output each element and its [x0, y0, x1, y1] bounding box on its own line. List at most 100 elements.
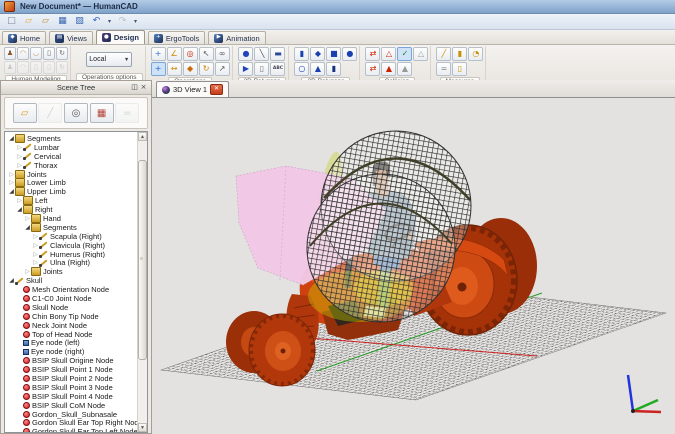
expand-icon[interactable]: ▷ [32, 259, 39, 266]
collision-check-icon[interactable]: ⇄ [365, 47, 380, 61]
expand-icon[interactable]: ▷ [8, 171, 15, 178]
polyhedron-tool-icon[interactable]: ◆ [310, 47, 325, 61]
tab-home[interactable]: ◆Home [2, 31, 46, 44]
expand-icon[interactable]: ▷ [24, 268, 31, 275]
undo-icon[interactable]: ↶ [89, 15, 104, 29]
redo-dropdown-icon[interactable]: ▾ [132, 18, 139, 25]
tree-item[interactable]: BSIP Skull Point 2 Node [5, 374, 138, 383]
dimension-tool-icon[interactable]: ▯ [254, 62, 269, 76]
mannequin-icon[interactable]: ♟ [4, 47, 16, 60]
collision-off-icon[interactable]: ▲ [397, 62, 412, 76]
translate-free-icon[interactable]: ↔ [167, 62, 182, 76]
collapse-icon[interactable]: ◢ [8, 277, 15, 284]
tree-item[interactable]: BSIP Skull CoM Node [5, 401, 138, 410]
tree-item[interactable]: C1-C0 Joint Node [5, 294, 138, 303]
measure-ruler-icon[interactable]: ▮ [452, 47, 467, 61]
save-as-icon[interactable]: ▨ [72, 15, 87, 29]
tree-item[interactable]: ▷Humerus (Right) [5, 250, 138, 259]
collapse-icon[interactable]: ◢ [24, 224, 31, 231]
tree-item[interactable]: BSIP Skull Point 3 Node [5, 383, 138, 392]
tree-item[interactable]: BSIP Skull Point 1 Node [5, 365, 138, 374]
record-icon[interactable]: ◎ [64, 103, 88, 123]
tree-item[interactable]: ▷Clavicula (Right) [5, 241, 138, 250]
close-panel-icon[interactable]: × [139, 83, 148, 92]
tree-item[interactable]: Gordon Skull Ear Top Right Node [5, 419, 138, 428]
rectangle-tool-icon[interactable]: ▬ [270, 47, 285, 61]
collision-pair-icon[interactable]: ⇄ [365, 62, 380, 76]
tree-item[interactable]: ▷Joints [5, 170, 138, 179]
save-icon[interactable]: ▦ [55, 15, 70, 29]
expand-icon[interactable]: ▷ [16, 153, 23, 160]
collision-clear-icon[interactable]: △ [413, 47, 428, 61]
expand-icon[interactable]: ▷ [32, 242, 39, 249]
collapse-icon[interactable]: ◢ [16, 206, 23, 213]
measure-draw-icon[interactable]: ╱ [436, 47, 451, 61]
target-icon[interactable]: ◎ [183, 47, 198, 61]
tree-item[interactable]: Neck Joint Node [5, 321, 138, 330]
posture-lean-back-icon[interactable]: ◡ [30, 47, 42, 60]
expand-icon[interactable]: ▷ [16, 144, 23, 151]
new-document-icon[interactable]: □ [4, 15, 19, 29]
tree-item[interactable]: ▷Thorax [5, 161, 138, 170]
expand-icon[interactable]: ▷ [8, 179, 15, 186]
circle-tool-icon[interactable]: ● [238, 47, 253, 61]
stature-icon[interactable]: ▯ [43, 47, 55, 60]
collapse-icon[interactable]: ◢ [8, 135, 15, 142]
cylinder-tool-icon[interactable]: ▮ [294, 47, 309, 61]
import-document-icon[interactable]: ▱ [38, 15, 53, 29]
tree-item[interactable]: BSIP Skull Point 4 Node [5, 392, 138, 401]
open-folder-icon[interactable]: ▱ [21, 15, 36, 29]
tree-item[interactable]: ◢Segments [5, 134, 138, 143]
tree-item[interactable]: Top of Head Node [5, 330, 138, 339]
tree-item[interactable]: ▷Scapula (Right) [5, 232, 138, 241]
3d-scene[interactable] [152, 98, 671, 434]
tree-item[interactable]: Skull Node [5, 303, 138, 312]
sphere-tool-icon[interactable]: ● [342, 47, 357, 61]
tree-item[interactable]: Eye node (left) [5, 338, 138, 347]
undo-dropdown-icon[interactable]: ▾ [106, 18, 113, 25]
tree-item[interactable]: ▷Lower Limb [5, 178, 138, 187]
tree-scrollbar[interactable]: ▲ ▼ [137, 132, 147, 432]
cube-tool-icon[interactable]: ■ [326, 47, 341, 61]
tree-item[interactable]: ◢Right [5, 205, 138, 214]
select-move-icon[interactable]: + [151, 47, 166, 61]
vector-icon[interactable]: ↗ [215, 62, 230, 76]
tab-views[interactable]: ▤Views [49, 31, 93, 44]
collision-objects-icon[interactable]: △ [381, 47, 396, 61]
line-tool-icon[interactable]: ╲ [254, 47, 269, 61]
tree-item[interactable]: ◢Segments [5, 223, 138, 232]
grab-icon[interactable]: ◆ [183, 62, 198, 76]
tree-item[interactable]: Chin Bony Tip Node [5, 312, 138, 321]
cone-tool-icon[interactable]: ▲ [310, 62, 325, 76]
tree-item[interactable]: Mesh Orientation Node [5, 285, 138, 294]
measure-angle-icon[interactable]: ◔ [468, 47, 483, 61]
collapse-icon[interactable]: ◢ [8, 188, 15, 195]
collision-enable-icon[interactable]: ✓ [397, 47, 412, 61]
text-tool-icon[interactable]: ABC [270, 62, 285, 76]
tree-item[interactable]: ▷Hand [5, 214, 138, 223]
close-view-icon[interactable]: ✕ [210, 84, 223, 95]
coordinate-system-select[interactable]: Local▼ [86, 52, 132, 67]
tree-item[interactable]: Gordon Skull Ear Top Left Node [5, 427, 138, 432]
body-rotate-icon[interactable]: ↻ [56, 47, 68, 60]
triangle-tool-icon[interactable]: ▶ [238, 62, 253, 76]
add-node-icon[interactable]: ▱ [13, 103, 37, 123]
tree-item[interactable]: ▷Lumbar [5, 143, 138, 152]
measure-height-icon[interactable]: ▯ [452, 62, 467, 76]
3d-scene-canvas[interactable] [152, 98, 675, 434]
angle-protractor-icon[interactable]: ∠ [167, 47, 182, 61]
expand-icon[interactable]: ▷ [16, 162, 23, 169]
tree-item[interactable]: Eye node (right) [5, 347, 138, 356]
tree-item[interactable]: ▷Joints [5, 267, 138, 276]
expand-icon[interactable]: ▷ [16, 197, 23, 204]
measure-equal-icon[interactable]: = [436, 62, 451, 76]
rotate-icon[interactable]: ↻ [199, 62, 214, 76]
expand-icon[interactable]: ▷ [24, 215, 31, 222]
picker-icon[interactable]: ↖ [199, 47, 214, 61]
tree-item[interactable]: ◢Skull [5, 276, 138, 285]
tree-item[interactable]: ◢Upper Limb [5, 187, 138, 196]
render-icon[interactable]: ▦ [90, 103, 114, 123]
tree-item[interactable]: ▷Cervical [5, 152, 138, 161]
translate-icon[interactable]: + [151, 62, 166, 76]
expand-icon[interactable]: ▷ [32, 233, 39, 240]
